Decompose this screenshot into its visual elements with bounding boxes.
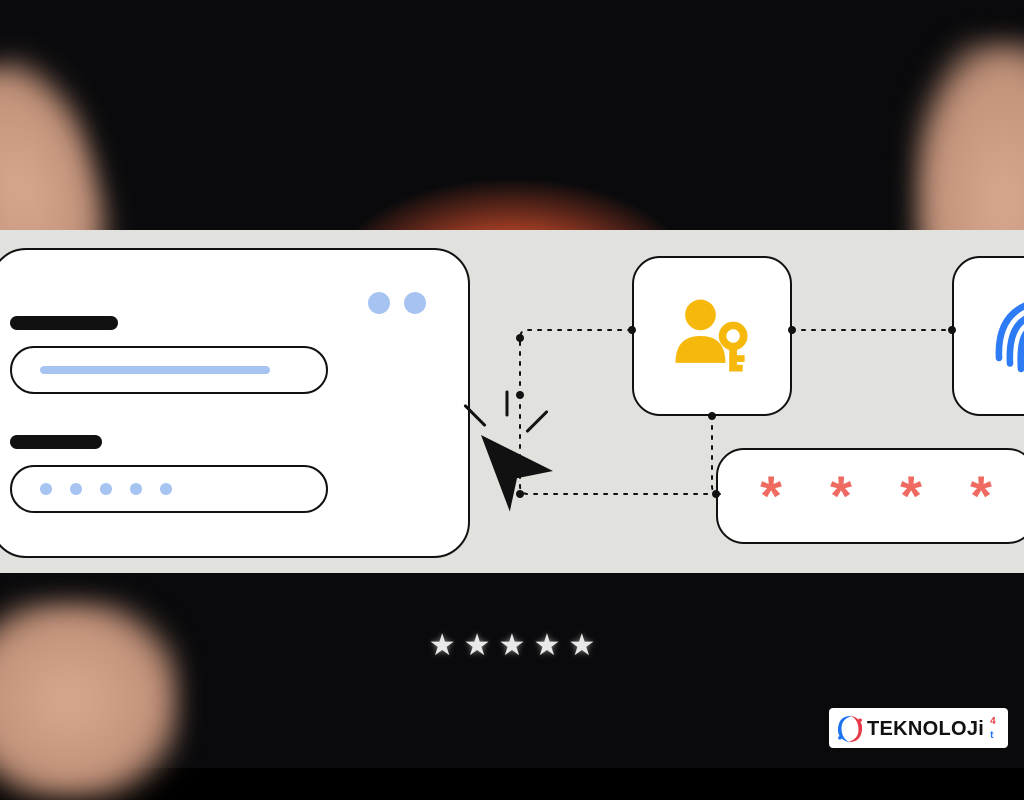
window-dot bbox=[404, 292, 426, 314]
watermark-logo: TEKNOLOJi 4 t bbox=[829, 708, 1008, 748]
username-input[interactable] bbox=[10, 346, 328, 394]
password-dot bbox=[130, 483, 142, 495]
brand-name: TEKNOLOJi bbox=[867, 718, 984, 741]
username-field-group bbox=[10, 316, 328, 394]
asterisk-icon: * bbox=[830, 468, 852, 524]
star-icon: ★ bbox=[464, 628, 491, 663]
brand-swirl-icon bbox=[833, 712, 867, 746]
cursor-click-icon bbox=[450, 402, 580, 532]
asterisk-icon: * bbox=[970, 468, 992, 524]
user-key-icon bbox=[664, 288, 760, 384]
background-top bbox=[0, 0, 1024, 230]
username-value-placeholder bbox=[40, 366, 270, 374]
star-icon: ★ bbox=[568, 628, 595, 663]
password-dot bbox=[100, 483, 112, 495]
star-icon: ★ bbox=[533, 628, 560, 663]
asterisk-icon: * bbox=[760, 468, 782, 524]
window-controls bbox=[368, 292, 426, 314]
fingerprint-tile bbox=[952, 256, 1024, 416]
password-input[interactable] bbox=[10, 465, 328, 513]
brand-suffix-bottom: t bbox=[986, 729, 1000, 743]
brand-suffix-top: 4 bbox=[986, 715, 1000, 729]
passkey-tile bbox=[632, 256, 792, 416]
login-card bbox=[0, 248, 470, 558]
password-field-group bbox=[10, 435, 328, 513]
password-dot bbox=[160, 483, 172, 495]
window-dot bbox=[368, 292, 390, 314]
star-icon: ★ bbox=[499, 628, 526, 663]
asterisk-icon: * bbox=[900, 468, 922, 524]
password-label-placeholder bbox=[10, 435, 102, 449]
password-dot bbox=[70, 483, 82, 495]
rating-stars: ★ ★ ★ ★ ★ bbox=[0, 628, 1024, 663]
star-icon: ★ bbox=[429, 628, 456, 663]
fingerprint-icon bbox=[977, 281, 1024, 391]
password-asterisks-tile: * * * * bbox=[716, 448, 1024, 544]
username-label-placeholder bbox=[10, 316, 118, 330]
illustration-panel: * * * * bbox=[0, 230, 1024, 573]
password-dot bbox=[40, 483, 52, 495]
